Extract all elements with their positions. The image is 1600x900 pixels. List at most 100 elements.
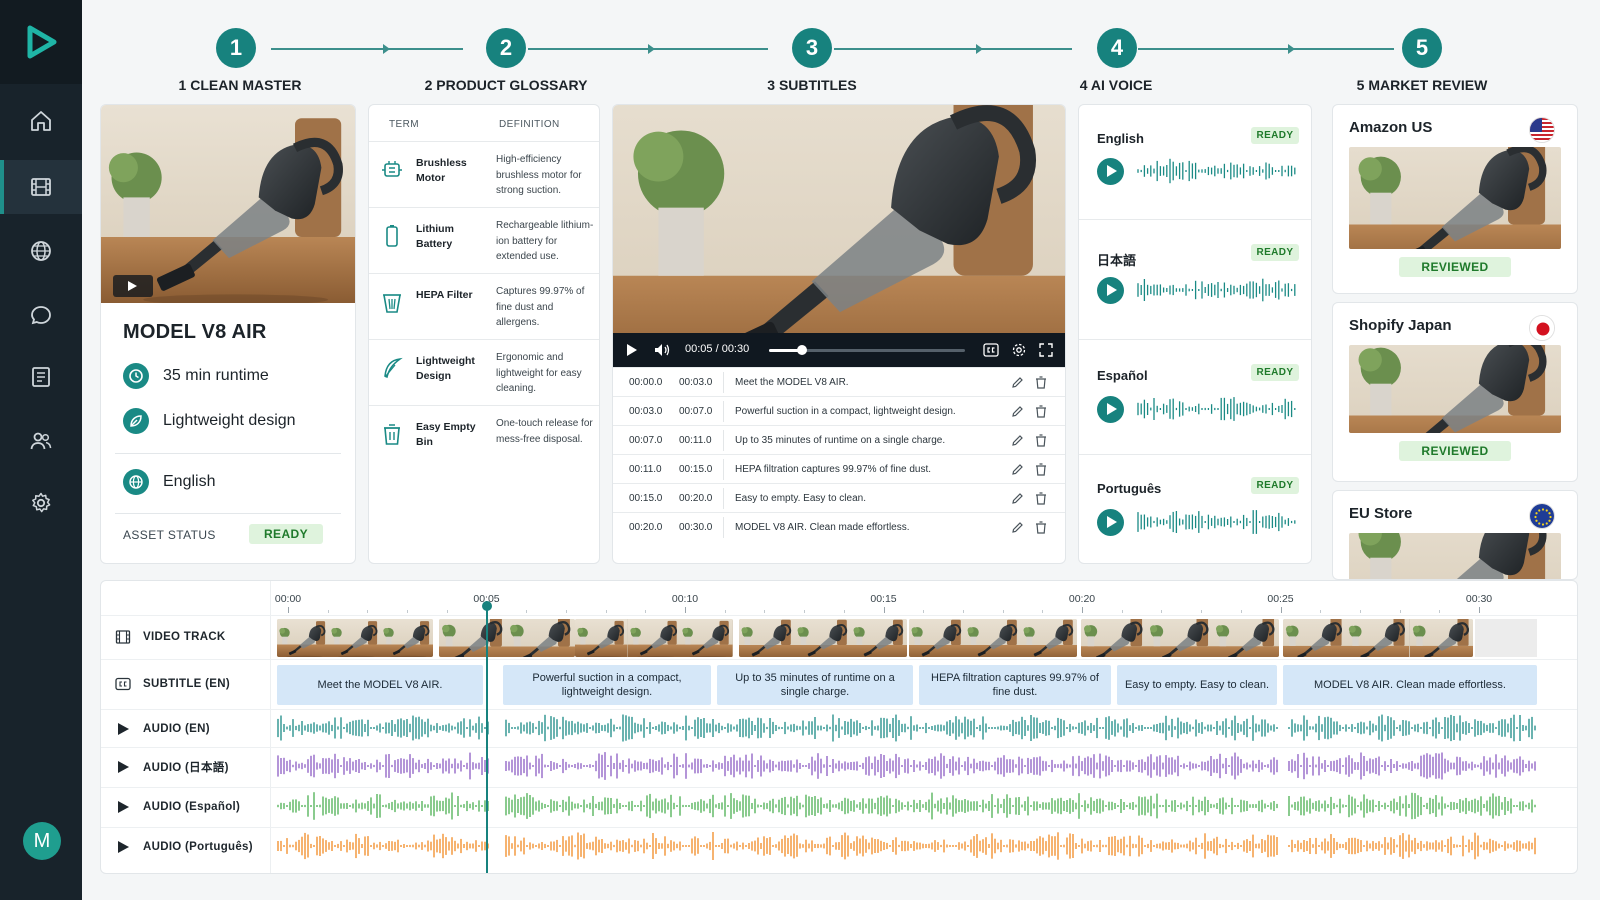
trash-icon[interactable] [1035, 405, 1047, 418]
video-clip[interactable] [909, 619, 1077, 657]
voice-play-button[interactable] [1097, 509, 1124, 536]
nav-video[interactable] [0, 160, 82, 214]
nav-settings[interactable] [0, 476, 82, 530]
trash-icon[interactable] [1035, 492, 1047, 505]
play-icon[interactable] [115, 721, 131, 737]
japan-flag-icon [1529, 315, 1555, 341]
audio-waveform-pt[interactable] [277, 831, 1537, 861]
clock-icon [123, 363, 149, 389]
voice-spanish: Español READY [1079, 340, 1311, 455]
track-name: AUDIO (Español) [143, 801, 241, 813]
market-eu-store[interactable]: EU Store [1332, 490, 1578, 580]
play-icon[interactable] [627, 344, 637, 356]
app-logo[interactable] [0, 0, 82, 84]
trash-icon[interactable] [1035, 434, 1047, 447]
market-amazon-us[interactable]: Amazon US REVIEWED [1332, 104, 1578, 294]
column-divider [723, 430, 724, 451]
subtitle-clip[interactable]: MODEL V8 AIR. Clean made effortless. [1283, 665, 1537, 705]
subtitles-card: 00:05 / 00:30 00:00.0 00:03.0 Meet the MOD… [612, 104, 1066, 564]
step-5-circle[interactable]: 5 [1402, 28, 1442, 68]
track-name: AUDIO (Português) [143, 841, 253, 853]
market-preview-thumbnail[interactable] [1349, 533, 1561, 580]
glossary-row[interactable]: Lithium Battery Rechargeable lithium-ion… [369, 207, 599, 273]
subtitle-row[interactable]: 00:15.0 00:20.0 Easy to empty. Easy to cle… [613, 483, 1065, 512]
step-4-circle[interactable]: 4 [1097, 28, 1137, 68]
play-icon[interactable] [115, 799, 131, 815]
edit-pencil-icon[interactable] [1011, 405, 1024, 418]
track-label-audio-pt[interactable]: AUDIO (Português) [115, 839, 253, 855]
voice-play-button[interactable] [1097, 277, 1124, 304]
market-preview-thumbnail[interactable] [1349, 345, 1561, 433]
glossary-row[interactable]: Lightweight Design Ergonomic and lightwe… [369, 339, 599, 405]
subtitle-clip[interactable]: Easy to empty. Easy to clean. [1117, 665, 1277, 705]
nav-users[interactable] [0, 414, 82, 468]
subtitle-row[interactable]: 00:07.0 00:11.0 Up to 35 minutes of runtim… [613, 425, 1065, 454]
glossary-row[interactable]: HEPA Filter Captures 99.97% of fine dust… [369, 273, 599, 339]
video-clip[interactable] [739, 619, 907, 657]
glossary-row[interactable]: Easy Empty Bin One-touch release for mes… [369, 405, 599, 471]
subtitle-row[interactable]: 00:00.0 00:03.0 Meet the MODEL V8 AIR. [613, 367, 1065, 396]
trash-icon[interactable] [1035, 521, 1047, 534]
video-player-controls: 00:05 / 00:30 [613, 333, 1065, 367]
closed-captions-icon[interactable] [983, 343, 999, 357]
step-2-circle[interactable]: 2 [486, 28, 526, 68]
glossary-row[interactable]: Brushless Motor High-efficiency brushles… [369, 141, 599, 207]
minor-tick-mark [1320, 610, 1322, 613]
subtitle-clip[interactable]: HEPA filtration captures 99.97% of fine … [919, 665, 1111, 705]
market-shopify-japan[interactable]: Shopify Japan REVIEWED [1332, 302, 1578, 482]
scrub-handle[interactable] [797, 345, 808, 355]
edit-pencil-icon[interactable] [1011, 376, 1024, 389]
step-3-circle[interactable]: 3 [792, 28, 832, 68]
tick-mark [685, 607, 686, 613]
edit-pencil-icon[interactable] [1011, 463, 1024, 476]
minor-tick-mark [645, 610, 647, 613]
edit-pencil-icon[interactable] [1011, 521, 1024, 534]
master-video-thumbnail[interactable] [101, 105, 356, 303]
play-icon[interactable] [115, 759, 131, 775]
thumbnail-play-button[interactable] [113, 275, 153, 297]
trash-icon[interactable] [1035, 376, 1047, 389]
video-preview[interactable] [613, 105, 1066, 333]
settings-gear-icon[interactable] [1011, 342, 1027, 358]
column-divider [723, 488, 724, 509]
tick-mark [1479, 607, 1480, 613]
nav-home[interactable] [0, 94, 82, 148]
audio-waveform-es[interactable] [277, 791, 1537, 821]
subtitle-start: 00:15.0 [629, 493, 663, 504]
subtitle-start: 00:07.0 [629, 435, 663, 446]
user-avatar[interactable]: M [23, 822, 61, 860]
market-preview-thumbnail[interactable] [1349, 147, 1561, 249]
subtitle-clip[interactable]: Meet the MODEL V8 AIR. [277, 665, 483, 705]
subtitle-row[interactable]: 00:20.0 00:30.0 MODEL V8 AIR. Clean made e… [613, 512, 1065, 541]
timeline-playhead[interactable] [481, 601, 492, 873]
time-tick: 00:00 [274, 593, 302, 605]
subtitle-clip[interactable]: Powerful suction in a compact, lightweig… [503, 665, 711, 705]
video-clip[interactable] [439, 619, 575, 657]
subtitle-clip[interactable]: Up to 35 minutes of runtime on a single … [717, 665, 913, 705]
trash-icon[interactable] [1035, 463, 1047, 476]
video-clip[interactable] [1081, 619, 1279, 657]
volume-icon[interactable] [653, 342, 671, 358]
subtitle-row[interactable]: 00:03.0 00:07.0 Powerful suction in a comp… [613, 396, 1065, 425]
video-clip[interactable] [277, 619, 433, 657]
edit-pencil-icon[interactable] [1011, 434, 1024, 447]
step-1-circle[interactable]: 1 [216, 28, 256, 68]
subtitle-row[interactable]: 00:11.0 00:15.0 HEPA filtration captures 9… [613, 454, 1065, 483]
track-name: SUBTITLE (EN) [143, 678, 230, 690]
step-3-label: 3 SUBTITLES [767, 77, 857, 93]
nav-documents[interactable] [0, 350, 82, 404]
track-label-audio-en[interactable]: AUDIO (EN) [115, 721, 210, 737]
voice-play-button[interactable] [1097, 396, 1124, 423]
nav-comments[interactable] [0, 288, 82, 342]
video-clip[interactable] [575, 619, 733, 657]
voice-play-button[interactable] [1097, 158, 1124, 185]
track-label-audio-es[interactable]: AUDIO (Español) [115, 799, 240, 815]
audio-waveform-ja[interactable] [277, 751, 1537, 781]
nav-globe[interactable] [0, 224, 82, 278]
track-label-audio-ja[interactable]: AUDIO (日本語) [115, 759, 229, 775]
play-icon[interactable] [115, 839, 131, 855]
audio-waveform-en[interactable] [277, 713, 1537, 743]
edit-pencil-icon[interactable] [1011, 492, 1024, 505]
video-clip[interactable] [1283, 619, 1473, 657]
fullscreen-icon[interactable] [1039, 343, 1053, 357]
